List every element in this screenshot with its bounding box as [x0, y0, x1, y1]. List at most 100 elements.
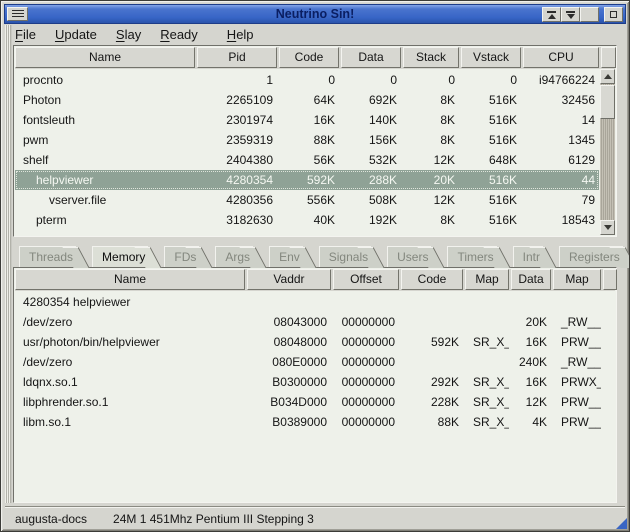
menu-item-ready[interactable]: Ready — [158, 27, 200, 42]
table-row[interactable]: libm.so.1B03890000000000088KSR_X_4KPRW__ — [15, 412, 615, 432]
cell: 648K — [461, 153, 521, 167]
memory-table-body: 4280354 helpviewer/dev/zero0804300000000… — [15, 292, 615, 432]
cell: 592K — [279, 173, 339, 187]
menu-item-slay[interactable]: Slay — [114, 27, 143, 42]
column-header-pid[interactable]: Pid — [197, 47, 277, 68]
cell: 00000000 — [333, 355, 399, 369]
cell: 2404380 — [197, 153, 277, 167]
cell: 2301974 — [197, 113, 277, 127]
tab-memory[interactable]: Memory — [92, 246, 148, 267]
status-bar: augusta-docs 24M 1 451Mhz Pentium III St… — [5, 507, 625, 529]
cell: 0 — [461, 73, 521, 87]
memory-table-header: NameVaddrOffsetCodeMapDataMap — [15, 269, 615, 291]
table-row[interactable]: procnto10000i94766224 — [15, 70, 599, 90]
cell: 516K — [461, 113, 521, 127]
cell: libphrender.so.1 — [15, 395, 245, 409]
cell: usr/photon/bin/helpviewer — [15, 335, 245, 349]
cell: 16K — [279, 113, 339, 127]
cell: 79 — [523, 193, 599, 207]
cell: 8K — [403, 93, 459, 107]
cell: 40K — [279, 213, 339, 227]
cell: 1 — [197, 73, 277, 87]
cell: 0 — [341, 73, 401, 87]
scroll-up-button[interactable] — [600, 69, 615, 84]
menu-item-file[interactable]: File — [13, 27, 38, 42]
table-row[interactable]: /dev/zero080E000000000000240K_RW__ — [15, 352, 615, 372]
table-row[interactable]: ldqnx.so.1B030000000000000292KSR_X_16KPR… — [15, 372, 615, 392]
memory-table-pane: NameVaddrOffsetCodeMapDataMap 4280354 he… — [13, 267, 617, 503]
table-row[interactable]: helpviewer4280354592K288K20K516K44 — [15, 170, 599, 190]
titlebar[interactable]: Neutrino Sin! — [4, 4, 626, 24]
column-header-cpu[interactable]: CPU — [523, 47, 599, 68]
process-table-header: NamePidCodeDataStackVstackCPU — [15, 47, 615, 69]
table-row[interactable]: pwm235931988K156K8K516K1345 — [15, 130, 599, 150]
cell: PRW__ — [553, 415, 601, 429]
table-row[interactable]: fontsleuth230197416K140K8K516K14 — [15, 110, 599, 130]
cell: _RW__ — [553, 355, 601, 369]
column-header-map[interactable]: Map — [553, 269, 601, 290]
window-close-button[interactable] — [604, 7, 623, 22]
window-shade-up-button[interactable] — [542, 7, 561, 22]
window: Neutrino Sin! File Update Slay Ready Help Na… — [0, 0, 630, 532]
cell: B0300000 — [247, 375, 331, 389]
cell: 228K — [401, 395, 463, 409]
scroll-thumb[interactable] — [600, 85, 615, 119]
column-header-vaddr[interactable]: Vaddr — [247, 269, 331, 290]
column-header-data[interactable]: Data — [341, 47, 401, 68]
table-row[interactable]: Photon226510964K692K8K516K32456 — [15, 90, 599, 110]
cell: 14 — [523, 113, 599, 127]
tab-registers[interactable]: Registers — [559, 246, 623, 267]
shade-down-icon — [566, 11, 575, 13]
cell: 288K — [341, 173, 401, 187]
menubar: File Update Slay Ready Help — [13, 25, 623, 44]
cell: 12K — [511, 395, 551, 409]
tab-threads[interactable]: Threads — [19, 246, 76, 267]
column-header-code[interactable]: Code — [279, 47, 339, 68]
column-header-name[interactable]: Name — [15, 269, 245, 290]
cell: pterm — [15, 213, 195, 227]
window-maximize-button[interactable] — [580, 7, 599, 22]
column-header-map[interactable]: Map — [465, 269, 509, 290]
column-header-offset[interactable]: Offset — [333, 269, 399, 290]
resize-grip[interactable] — [616, 518, 627, 529]
window-shade-down-button[interactable] — [561, 7, 580, 22]
column-header-data[interactable]: Data — [511, 269, 551, 290]
column-header-stack[interactable]: Stack — [403, 47, 459, 68]
cell: 08048000 — [247, 335, 331, 349]
table-row[interactable]: libphrender.so.1B034D00000000000228KSR_X… — [15, 392, 615, 412]
cell: 20K — [403, 173, 459, 187]
table-row[interactable]: shelf240438056K532K12K648K6129 — [15, 150, 599, 170]
down-triangle-icon — [567, 14, 575, 19]
tab-intr[interactable]: Intr — [513, 246, 543, 267]
menu-item-update[interactable]: Update — [53, 27, 99, 42]
tab-users[interactable]: Users — [387, 246, 431, 267]
tab-timers[interactable]: Timers — [447, 246, 496, 267]
table-row[interactable]: pterm318263040K192K8K516K18543 — [15, 210, 599, 230]
left-drag-grip[interactable] — [5, 25, 12, 503]
cell: 516K — [461, 193, 521, 207]
cell: SR_X_ — [465, 335, 509, 349]
cell: 20K — [511, 315, 551, 329]
column-header-name[interactable]: Name — [15, 47, 195, 68]
tab-args[interactable]: Args — [215, 246, 253, 267]
cell: fontsleuth — [15, 113, 195, 127]
tab-fds[interactable]: FDs — [164, 246, 199, 267]
cell: 4K — [511, 415, 551, 429]
table-row[interactable]: vserver.file4280356556K508K12K516K79 — [15, 190, 599, 210]
column-header-code[interactable]: Code — [401, 269, 463, 290]
cell: 6129 — [523, 153, 599, 167]
column-header-vstack[interactable]: Vstack — [461, 47, 521, 68]
menu-item-help[interactable]: Help — [225, 27, 256, 42]
status-hostname: augusta-docs — [15, 512, 87, 526]
process-table-pane: NamePidCodeDataStackVstackCPU procnto100… — [13, 45, 617, 237]
table-row[interactable]: 4280354 helpviewer — [15, 292, 615, 312]
cell: /dev/zero — [15, 355, 245, 369]
tab-env[interactable]: Env — [269, 246, 303, 267]
process-table-scrollbar[interactable] — [600, 69, 615, 235]
table-row[interactable]: usr/photon/bin/helpviewer080480000000000… — [15, 332, 615, 352]
tab-signals[interactable]: Signals — [319, 246, 371, 267]
scroll-down-button[interactable] — [600, 220, 615, 235]
table-row[interactable]: /dev/zero080430000000000020K_RW__ — [15, 312, 615, 332]
cell: B0389000 — [247, 415, 331, 429]
process-table-body: procnto10000i94766224Photon226510964K692… — [15, 70, 599, 230]
